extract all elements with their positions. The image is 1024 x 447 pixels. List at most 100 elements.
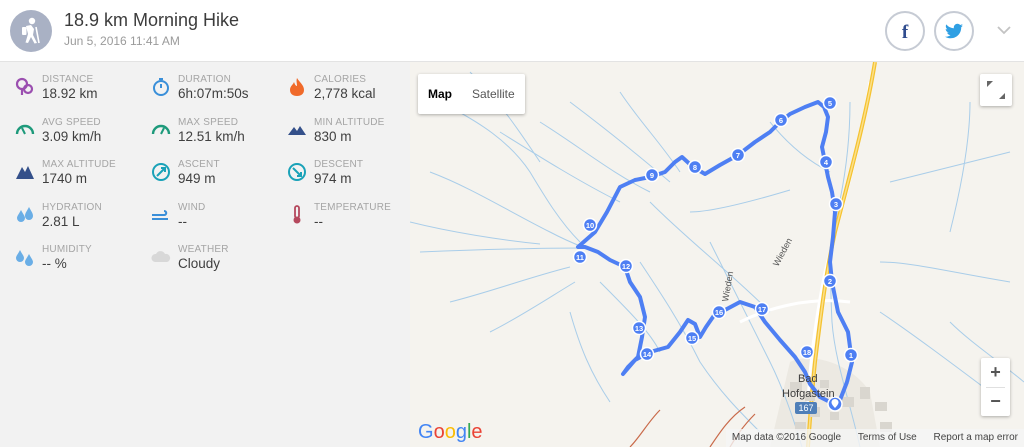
km-marker-label: 16 <box>715 308 723 317</box>
km-marker-10[interactable]: 10 <box>582 217 598 233</box>
km-marker-label: 12 <box>622 262 630 271</box>
km-marker-3[interactable]: 3 <box>828 196 844 212</box>
stat-value: 2,778 kcal <box>314 86 376 101</box>
stat-calories: CALORIES 2,778 kcal <box>286 74 416 114</box>
km-marker-label: 6 <box>779 116 783 125</box>
stat-max-altitude: MAX ALTITUDE 1740 m <box>14 159 144 199</box>
stat-label: DESCENT <box>314 159 364 170</box>
hiker-avatar <box>10 10 52 52</box>
stat-value: 830 m <box>314 129 352 144</box>
km-marker-8[interactable]: 8 <box>687 159 703 175</box>
km-marker-2[interactable]: 2 <box>822 273 838 289</box>
hiker-icon <box>22 17 40 44</box>
km-marker-18[interactable]: 18 <box>799 344 815 360</box>
km-marker-label: 3 <box>834 200 838 209</box>
facebook-share-button[interactable]: f <box>885 11 925 51</box>
tab-satellite[interactable]: Satellite <box>462 74 525 114</box>
stat-temperature: TEMPERATURE -- <box>286 202 416 242</box>
km-marker-14[interactable]: 14 <box>639 346 655 362</box>
km-marker-label: 9 <box>650 171 654 180</box>
thermometer-icon <box>293 205 301 224</box>
stats-panel: DISTANCE 18.92 km DURATION 6h:07m:50s CA… <box>0 62 410 447</box>
km-marker-label: 5 <box>828 99 832 108</box>
stat-value: Cloudy <box>178 256 221 271</box>
km-marker-6[interactable]: 6 <box>773 112 789 128</box>
km-marker-label: 15 <box>688 334 696 343</box>
km-marker-label: 18 <box>803 348 811 357</box>
stat-value: -- <box>178 214 187 229</box>
km-marker-9[interactable]: 9 <box>644 167 660 183</box>
activity-title: 18.9 km Morning Hike <box>64 10 240 30</box>
water-drop-icon <box>17 207 33 222</box>
route-map[interactable]: 1 2 3 4 5 6 7 8 9 10 11 12 13 14 15 16 17 18 Bad Hofgaste… <box>410 62 1024 447</box>
twitter-share-button[interactable] <box>934 11 974 51</box>
stat-ascent: ASCENT 949 m <box>150 159 280 199</box>
mountain-icon <box>288 126 306 135</box>
km-marker-5[interactable]: 5 <box>822 95 838 111</box>
speedometer-icon <box>151 124 171 135</box>
cloud-icon <box>151 251 171 262</box>
zoom-control: + − <box>981 358 1010 416</box>
map-type-control: Map Satellite <box>418 74 525 114</box>
terms-link[interactable]: Terms of Use <box>858 432 917 443</box>
map-canvas[interactable]: 12345678910111213141516 1718 Bad Hofgaste… <box>410 62 1024 447</box>
stat-label: TEMPERATURE <box>314 202 392 213</box>
zoom-out-button[interactable]: − <box>981 387 1010 416</box>
stat-distance: DISTANCE 18.92 km <box>14 74 144 114</box>
stat-value: 3.09 km/h <box>42 129 102 144</box>
attribution-text: Map data ©2016 Google <box>731 432 842 443</box>
svg-text:f: f <box>902 22 909 43</box>
activity-date: Jun 5, 2016 11:41 AM <box>64 34 180 48</box>
stat-label: ASCENT <box>178 159 220 170</box>
flame-icon <box>290 78 304 96</box>
stat-value: 949 m <box>178 171 216 186</box>
km-marker-4[interactable]: 4 <box>818 154 834 170</box>
fullscreen-button[interactable] <box>980 74 1012 106</box>
tab-map[interactable]: Map <box>418 74 462 114</box>
report-error-link[interactable]: Report a map error <box>934 432 1018 443</box>
chevron-down-icon[interactable] <box>994 20 1014 40</box>
stat-label: MIN ALTITUDE <box>314 117 385 128</box>
zoom-in-button[interactable]: + <box>981 358 1010 387</box>
km-marker-12[interactable]: 12 <box>618 258 634 274</box>
wind-icon <box>152 210 168 220</box>
km-marker-7[interactable]: 7 <box>730 147 746 163</box>
stat-label: WEATHER <box>178 244 229 255</box>
km-marker-16[interactable]: 16 <box>711 304 727 320</box>
km-marker-label: 8 <box>693 163 697 172</box>
km-marker-13[interactable]: 13 <box>631 320 647 336</box>
descent-icon <box>288 163 306 181</box>
km-marker-label: 11 <box>576 253 584 262</box>
mountain-icon <box>16 166 34 179</box>
km-marker-11[interactable]: 11 <box>572 249 588 265</box>
stat-value: 2.81 L <box>42 214 80 229</box>
km-marker-label: 13 <box>635 324 643 333</box>
stat-value: 12.51 km/h <box>178 129 245 144</box>
stat-value: 1740 m <box>42 171 88 186</box>
map-attribution: Map data ©2016 Google Terms of Use Repor… <box>725 429 1024 447</box>
stat-label: CALORIES <box>314 74 367 85</box>
km-marker-15[interactable]: 15 <box>684 330 700 346</box>
activity-header: 18.9 km Morning Hike Jun 5, 2016 11:41 A… <box>0 0 1024 62</box>
km-marker-17[interactable]: 17 <box>754 301 770 317</box>
stat-label: AVG SPEED <box>42 117 101 128</box>
stat-wind: WIND -- <box>150 202 280 242</box>
facebook-icon: f <box>902 22 909 43</box>
humidity-icon <box>16 250 33 266</box>
km-marker-1[interactable]: 1 <box>843 347 859 363</box>
stat-value: -- % <box>42 256 67 271</box>
km-marker-label: 17 <box>758 305 766 314</box>
place-label: Hofgastein <box>782 388 835 400</box>
stat-value: 6h:07m:50s <box>178 86 249 101</box>
stat-label: HYDRATION <box>42 202 102 213</box>
stat-value: -- <box>314 214 323 229</box>
stat-hydration: HYDRATION 2.81 L <box>14 202 144 242</box>
stopwatch-icon <box>153 78 169 96</box>
stat-min-altitude: MIN ALTITUDE 830 m <box>286 117 416 157</box>
km-marker-label: 1 <box>849 351 853 360</box>
km-marker-label: 7 <box>736 151 740 160</box>
speedometer-icon <box>15 124 35 135</box>
stat-humidity: HUMIDITY -- % <box>14 244 144 284</box>
twitter-icon <box>945 23 963 39</box>
stat-label: MAX ALTITUDE <box>42 159 116 170</box>
